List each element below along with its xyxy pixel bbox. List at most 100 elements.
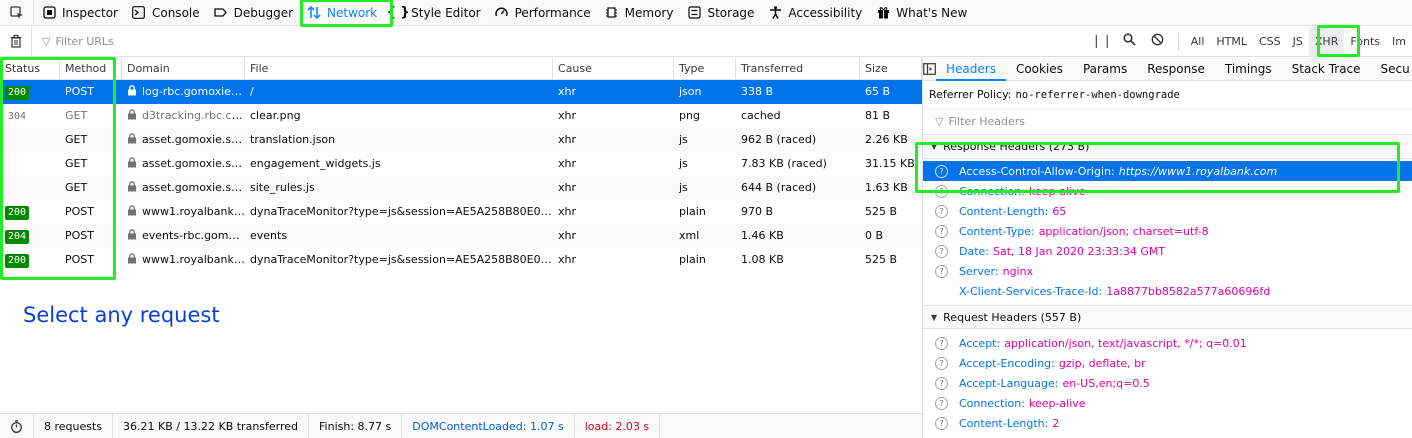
clear-requests-button[interactable] — [0, 26, 32, 57]
filter-type-css[interactable]: CSS — [1253, 27, 1287, 57]
help-icon[interactable]: ? — [935, 356, 948, 370]
cell-transferred: 1.46 KB — [741, 229, 784, 242]
cell-method: GET — [65, 157, 88, 170]
column-header-method[interactable]: Method — [60, 57, 122, 80]
request-headers-section[interactable]: ▼ Request Headers (557 B) — [923, 305, 1412, 329]
help-icon[interactable]: ? — [935, 244, 948, 258]
accessibility-icon — [768, 6, 782, 20]
header-row[interactable]: ? Server: nginx — [923, 261, 1412, 281]
header-row[interactable]: ? Accept: application/json, text/javascrip… — [923, 333, 1412, 353]
table-row[interactable]: 200 POST log-rbc.gomoxie.s... / xhr json 338 B… — [0, 80, 922, 104]
filter-type-im[interactable]: Im — [1386, 27, 1412, 57]
details-tab-stack-trace[interactable]: Stack Trace — [1282, 58, 1371, 81]
twisty-down-icon: ▼ — [931, 312, 938, 322]
table-row[interactable]: 200 POST www1.royalbank.... dynaTraceMonito… — [0, 248, 922, 272]
filter-headers-input[interactable]: ▽ Filter Headers — [923, 109, 1412, 135]
help-icon[interactable]: ? — [935, 336, 948, 350]
details-tab-timings[interactable]: Timings — [1215, 58, 1282, 81]
details-tab-cookies[interactable]: Cookies — [1006, 58, 1073, 81]
status-badge: 200 — [5, 206, 30, 220]
header-row[interactable]: ? Connection: keep-alive — [923, 181, 1412, 201]
response-headers-section[interactable]: ▼ Response Headers (273 B) — [923, 135, 1412, 159]
pause-icon[interactable]: ❘❘ — [1088, 34, 1116, 49]
header-row[interactable]: X-Client-Services-Trace-Id: 1a8877bb8582a… — [923, 281, 1412, 301]
table-row[interactable]: 204 POST events-rbc.gomox... events xhr xml 1.… — [0, 224, 922, 248]
header-row[interactable]: ? Connection: keep-alive — [923, 393, 1412, 413]
table-row[interactable]: GET asset.gomoxie.sol... engagement_widget… — [0, 152, 922, 176]
cell-size: 2.26 KB — [865, 133, 908, 146]
help-icon[interactable]: ? — [935, 416, 948, 430]
table-row[interactable]: GET asset.gomoxie.sol... site_rules.js xhr j… — [0, 176, 922, 200]
tab-label: Style Editor — [411, 5, 481, 20]
column-header-domain[interactable]: Domain — [122, 57, 245, 80]
help-icon[interactable]: ? — [935, 396, 948, 410]
table-row[interactable]: 200 POST www1.royalbank.... dynaTraceMonito… — [0, 200, 922, 224]
column-header-type[interactable]: Type — [674, 57, 736, 80]
header-row[interactable]: ? Content-Type: application/json; charset=… — [923, 221, 1412, 241]
help-icon[interactable]: ? — [935, 224, 948, 238]
header-name: Accept-Encoding: — [959, 356, 1055, 370]
tab-memory[interactable]: Memory — [598, 0, 681, 26]
header-name: Server: — [959, 264, 999, 278]
tab-storage[interactable]: Storage — [680, 0, 761, 26]
details-tab-response[interactable]: Response — [1137, 58, 1215, 81]
header-row[interactable]: ? Accept-Language: en-US,en;q=0.5 — [923, 373, 1412, 393]
cell-cause: xhr — [558, 181, 577, 194]
header-value: en-US,en;q=0.5 — [1062, 376, 1150, 390]
filter-type-xhr[interactable]: XHR — [1308, 26, 1345, 57]
tab-performance[interactable]: Performance — [488, 0, 598, 26]
toggle-sidebar-button[interactable] — [923, 58, 936, 81]
header-row[interactable]: ? Date: Sat, 18 Jan 2020 23:33:34 GMT — [923, 241, 1412, 261]
header-row[interactable]: ? Content-Length: 65 — [923, 201, 1412, 221]
tab-console[interactable]: Console — [125, 0, 207, 26]
column-header-status[interactable]: Status — [0, 57, 60, 80]
filter-type-js[interactable]: JS — [1287, 27, 1309, 57]
table-row[interactable]: 304 GET d3tracking.rbc.com clear.png xhr png c… — [0, 104, 922, 128]
referrer-policy-label: Referrer Policy: — [929, 88, 1012, 101]
table-row[interactable]: GET asset.gomoxie.sol... translation.json x… — [0, 128, 922, 152]
header-row[interactable]: ? Access-Control-Allow-Origin: https://www… — [923, 161, 1412, 181]
column-header-cause[interactable]: Cause — [553, 57, 674, 80]
header-row[interactable]: ? Content-Length: 2 — [923, 413, 1412, 433]
status-badge: 204 — [5, 230, 30, 244]
help-icon[interactable]: ? — [935, 264, 948, 278]
tab-style-editor[interactable]: { } Style Editor — [384, 0, 487, 26]
details-tab-secu[interactable]: Secu — [1371, 58, 1412, 81]
header-name: Accept-Language: — [959, 376, 1059, 390]
filter-type-all[interactable]: All — [1185, 27, 1211, 57]
tab-accessibility[interactable]: Accessibility — [761, 0, 869, 26]
lock-icon — [127, 177, 137, 192]
tab-debugger[interactable]: Debugger — [207, 0, 300, 26]
network-filter-bar: ▽ Filter URLs ❘❘ All HTML CSS JS XHR Fonts Im — [0, 26, 1412, 57]
performance-button[interactable] — [0, 413, 34, 438]
lock-icon — [127, 129, 137, 144]
help-icon[interactable]: ? — [935, 376, 948, 390]
filter-type-fonts[interactable]: Fonts — [1344, 27, 1386, 57]
header-row[interactable]: ? Accept-Encoding: gzip, deflate, br — [923, 353, 1412, 373]
tab-network[interactable]: Network — [300, 0, 384, 26]
help-icon[interactable]: ? — [935, 164, 948, 178]
lock-icon — [127, 105, 137, 120]
status-badge: 200 — [5, 86, 30, 100]
cell-type: xml — [679, 229, 700, 242]
cell-file: dynaTraceMonitor?type=js&session=AE5A258… — [250, 253, 553, 266]
tab-what-s-new[interactable]: What's New — [869, 0, 974, 26]
cell-cause: xhr — [558, 109, 577, 122]
status-badge: 200 — [5, 254, 30, 268]
details-tab-params[interactable]: Params — [1073, 58, 1137, 81]
column-header-transferred[interactable]: Transferred — [736, 57, 860, 80]
filter-urls-input[interactable]: ▽ Filter URLs — [32, 35, 1088, 48]
tab-inspector[interactable]: Inspector — [34, 0, 125, 26]
column-header-size[interactable]: Size — [860, 57, 922, 80]
search-icon[interactable] — [1116, 33, 1144, 50]
cell-type: plain — [679, 205, 706, 218]
block-icon[interactable] — [1144, 33, 1172, 50]
details-tab-headers[interactable]: Headers — [936, 58, 1006, 81]
element-picker-button[interactable] — [0, 0, 34, 26]
lock-icon — [127, 201, 137, 216]
column-header-file[interactable]: File — [245, 57, 553, 80]
filter-type-html[interactable]: HTML — [1210, 27, 1253, 57]
tool-tabs: Inspector Console Debugger Network { } Style … — [34, 0, 974, 26]
help-icon[interactable]: ? — [935, 204, 948, 218]
help-icon[interactable]: ? — [935, 184, 948, 198]
